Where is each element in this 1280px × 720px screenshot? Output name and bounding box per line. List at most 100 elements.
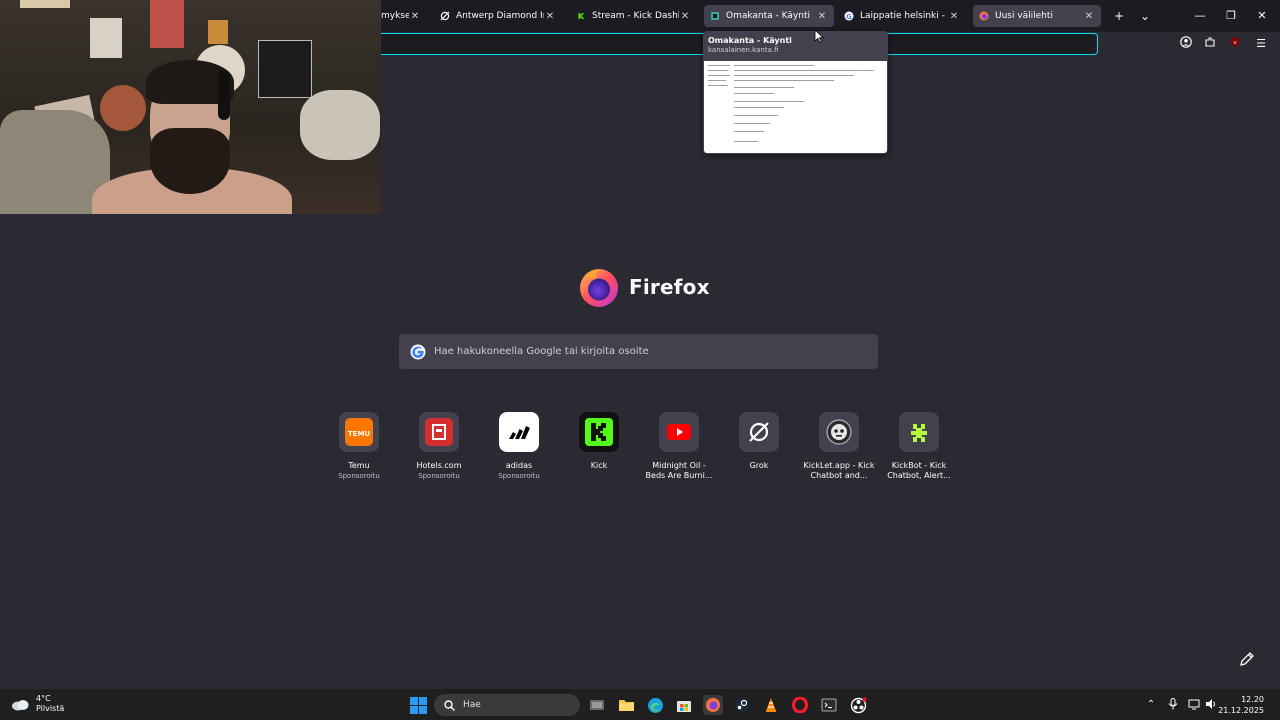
shortcut-midnight-oil[interactable]: Midnight Oil - Beds Are Burni... xyxy=(639,412,719,481)
volume-icon[interactable] xyxy=(1204,698,1218,712)
youtube-icon xyxy=(667,424,691,440)
file-explorer-icon[interactable] xyxy=(616,695,636,715)
close-icon[interactable]: ✕ xyxy=(1083,11,1095,22)
search-placeholder: Hae hakukoneella Google tai kirjoita oso… xyxy=(434,346,649,357)
tab-kick-dashboard[interactable]: K Stream - Kick Dashboard ✕ xyxy=(570,5,697,27)
thumb-line xyxy=(734,93,774,94)
firefox-taskbar-icon[interactable] xyxy=(703,695,723,715)
shortcut-label: Temu xyxy=(348,461,370,470)
close-window-icon[interactable]: ✕ xyxy=(1250,6,1274,26)
tile-icon-box xyxy=(499,412,539,452)
shortcut-adidas[interactable]: adidas Sponsoroitu xyxy=(479,412,559,481)
ublock-icon[interactable]: u xyxy=(1227,36,1243,52)
terminal-icon[interactable] xyxy=(819,695,839,715)
wall-poster xyxy=(208,20,228,44)
shortcut-grok[interactable]: Grok xyxy=(719,412,799,471)
menu-hamburger-icon[interactable]: ☰ xyxy=(1253,36,1269,52)
kick-icon xyxy=(585,418,613,446)
microsoft-store-icon[interactable] xyxy=(674,695,694,715)
grok-icon xyxy=(440,11,450,21)
restore-icon[interactable]: ❐ xyxy=(1219,6,1243,26)
show-hidden-icons-chevron[interactable]: ⌃ xyxy=(1144,698,1158,712)
microphone-icon[interactable] xyxy=(1166,698,1180,712)
new-tab-plus-icon[interactable]: + xyxy=(1111,8,1127,24)
tile-icon-box: TEMU xyxy=(339,412,379,452)
shortcut-hotels[interactable]: Hotels.com Sponsoroitu xyxy=(399,412,479,481)
wall-poster xyxy=(258,40,312,98)
tab-hover-preview: Omakanta - Käynti kansalainen.kanta.fi xyxy=(703,31,888,154)
thumb-line xyxy=(734,65,814,66)
preview-title: Omakanta - Käynti xyxy=(708,36,792,45)
shortcut-kicklet[interactable]: KickLet.app - Kick Chatbot and... xyxy=(799,412,879,481)
taskbar-search-label: Hae xyxy=(463,700,481,710)
tile-icon-box xyxy=(819,412,859,452)
shortcut-kickbot[interactable]: KickBot - Kick Chatbot, Alert... xyxy=(879,412,959,481)
shortcut-label: Kick xyxy=(590,461,608,470)
tab-google-search[interactable]: G Laippatie helsinki - Google ✕ xyxy=(838,5,966,27)
customize-pencil-icon[interactable] xyxy=(1238,650,1256,668)
tile-icon-box xyxy=(899,412,939,452)
tab-title: Antwerp Diamond Industry xyxy=(456,11,544,21)
wall-poster xyxy=(20,0,70,8)
network-icon[interactable] xyxy=(1187,698,1201,712)
shortcut-kick[interactable]: Kick xyxy=(559,412,639,471)
windows-taskbar: 4°C Pilvistä Hae ⌃ 12.20 21.12.2025 xyxy=(0,688,1280,720)
vlc-icon[interactable] xyxy=(761,695,781,715)
tile-icon-box xyxy=(419,412,459,452)
edge-icon[interactable] xyxy=(645,695,665,715)
list-all-tabs-chevron-icon[interactable]: ⌄ xyxy=(1137,8,1153,24)
clock-time: 12.20 xyxy=(1241,695,1264,704)
obs-icon[interactable] xyxy=(848,695,868,715)
tile-icon-box xyxy=(659,412,699,452)
tab-antwerp[interactable]: Antwerp Diamond Industry ✕ xyxy=(434,5,562,27)
newtab-search-bar[interactable]: Hae hakukoneella Google tai kirjoita oso… xyxy=(399,334,878,369)
svg-text:u: u xyxy=(1233,40,1236,46)
account-icon[interactable] xyxy=(1178,36,1194,52)
thumb-line xyxy=(734,115,778,116)
thumb-line xyxy=(734,101,804,102)
shortcut-label: Grok xyxy=(749,461,769,470)
svg-text:G: G xyxy=(846,13,852,21)
task-view-icon[interactable] xyxy=(587,695,607,715)
close-icon[interactable]: ✕ xyxy=(544,11,556,22)
thumb-line xyxy=(734,80,834,81)
thumb-line xyxy=(734,131,764,132)
search-icon xyxy=(444,699,455,711)
taskbar-search[interactable]: Hae xyxy=(434,694,580,716)
hotels-icon xyxy=(425,418,453,446)
tab-omakanta[interactable]: Omakanta - Käynti ✕ xyxy=(704,5,834,27)
shortcut-temu[interactable]: TEMU Temu Sponsoroitu xyxy=(319,412,399,481)
sponsored-label: Sponsoroitu xyxy=(418,472,460,480)
kickbot-icon xyxy=(911,424,927,442)
firefox-wordmark: Firefox xyxy=(629,275,710,299)
windows-start-icon[interactable] xyxy=(408,695,428,715)
cloud-icon xyxy=(12,700,29,711)
thumb-line xyxy=(734,87,794,88)
minimize-icon[interactable]: — xyxy=(1188,6,1212,26)
weather-widget[interactable]: 4°C Pilvistä xyxy=(10,694,64,714)
thumb-line xyxy=(708,75,730,76)
opera-icon[interactable] xyxy=(790,695,810,715)
system-clock[interactable]: 12.20 21.12.2025 xyxy=(1218,694,1264,716)
close-icon[interactable]: ✕ xyxy=(948,11,960,22)
thumb-line xyxy=(708,70,728,71)
tab-mykset[interactable]: mykset hi ✕ xyxy=(381,5,427,27)
steam-icon[interactable] xyxy=(732,695,752,715)
thumb-line xyxy=(708,85,728,86)
google-icon xyxy=(410,344,426,359)
thumb-line xyxy=(734,75,854,76)
temu-icon: TEMU xyxy=(345,418,373,446)
close-icon[interactable]: ✕ xyxy=(816,11,828,22)
tab-new-tab[interactable]: Uusi välilehti ✕ xyxy=(973,5,1101,27)
sponsored-label: Sponsoroitu xyxy=(338,472,380,480)
sponsored-label: Sponsoroitu xyxy=(498,472,540,480)
thumb-line xyxy=(734,123,770,124)
tab-title: Stream - Kick Dashboard xyxy=(592,11,679,21)
shortcut-label: KickLet.app - Kick Chatbot and... xyxy=(803,461,875,480)
extensions-icon[interactable] xyxy=(1202,36,1218,52)
firefox-icon xyxy=(979,11,989,21)
close-icon[interactable]: ✕ xyxy=(409,11,421,22)
tab-strip: mykset hi ✕ Antwerp Diamond Industry ✕ K… xyxy=(381,0,1280,32)
close-icon[interactable]: ✕ xyxy=(679,11,691,22)
tab-title: mykset hi xyxy=(381,11,409,21)
